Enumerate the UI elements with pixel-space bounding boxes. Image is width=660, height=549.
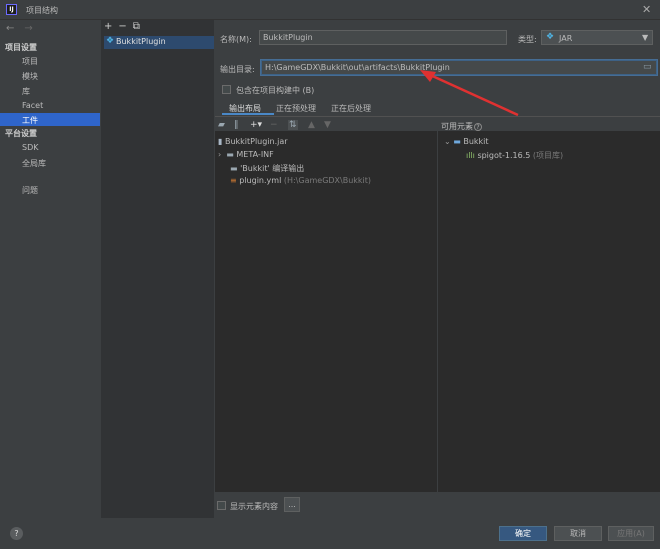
nav-item-libraries[interactable]: 库 xyxy=(22,86,30,97)
tree-row-label: 'Bukkit' 编译输出 xyxy=(240,164,305,173)
apply-button[interactable]: 应用(A) xyxy=(608,526,654,541)
include-in-build-checkbox[interactable] xyxy=(222,85,231,94)
chevron-down-icon[interactable]: ⌄ xyxy=(444,137,451,146)
show-content-checkbox[interactable] xyxy=(217,501,226,510)
arrow-left-icon[interactable]: ← xyxy=(6,23,14,34)
move-down-icon[interactable]: ▼ xyxy=(324,120,331,130)
include-in-build-label: 包含在项目构建中 (B) xyxy=(236,86,315,95)
move-up-icon[interactable]: ▲ xyxy=(308,120,315,130)
chevron-down-icon: ▼ xyxy=(642,33,649,42)
module-folder-icon: ▬ xyxy=(453,137,461,146)
jar-type-icon: ❖ xyxy=(546,32,555,42)
settings-nav xyxy=(0,20,100,518)
nav-selection-highlight xyxy=(0,113,100,126)
name-label: 名称(M): xyxy=(220,35,252,44)
remove-icon[interactable]: − xyxy=(118,21,126,32)
artifact-list-toolbar: + − ⧉ xyxy=(104,21,146,32)
tab-pre-processing[interactable]: 正在预处理 xyxy=(276,103,316,114)
artifact-list-pane xyxy=(101,20,214,518)
nav-section-project-settings: 项目设置 xyxy=(5,43,37,52)
nav-item-artifacts[interactable]: 工件 xyxy=(22,115,38,126)
library-icon: ıllı xyxy=(466,151,475,160)
name-field[interactable]: BukkitPlugin xyxy=(259,30,507,45)
sort-icon[interactable]: ⇅ xyxy=(288,120,298,130)
artifact-list-item[interactable]: ❖ BukkitPlugin xyxy=(104,36,214,49)
question-icon[interactable]: ? xyxy=(474,123,482,131)
browse-folder-icon[interactable]: ▭ xyxy=(643,62,652,72)
artifact-label: BukkitPlugin xyxy=(116,37,166,46)
yml-file-icon: ≡ xyxy=(230,176,237,185)
tree-row-label: plugin.yml xyxy=(239,176,282,185)
archive-icon[interactable]: ‖ xyxy=(234,120,239,130)
output-dir-label: 输出目录: xyxy=(220,65,255,74)
close-icon[interactable]: ✕ xyxy=(642,3,651,16)
add-copy-icon[interactable]: +▾ xyxy=(250,120,262,130)
nav-item-modules[interactable]: 模块 xyxy=(22,71,38,82)
active-tab-indicator xyxy=(222,113,274,115)
tree-row-label: META-INF xyxy=(236,150,274,159)
more-button[interactable]: ... xyxy=(284,497,300,512)
tree-row-plugin-yml[interactable]: ≡ plugin.yml (H:\GameGDX\Bukkit) xyxy=(230,176,371,185)
cancel-button[interactable]: 取消 xyxy=(554,526,602,541)
available-elements-tree xyxy=(438,131,660,492)
tree-row-label: spigot-1.16.5 xyxy=(477,151,531,160)
arrow-right-icon[interactable]: → xyxy=(24,23,32,34)
type-select[interactable]: ❖ JAR ▼ xyxy=(541,30,653,45)
tree-row-jar[interactable]: ▮ BukkitPlugin.jar xyxy=(218,137,288,146)
available-elements-label: 可用元素 xyxy=(441,122,473,131)
output-layout-tree xyxy=(215,131,437,492)
tree-row-note: (H:\GameGDX\Bukkit) xyxy=(283,176,372,185)
tree-row-label: BukkitPlugin.jar xyxy=(224,137,288,146)
nav-item-problems[interactable]: 问题 xyxy=(22,185,38,196)
ok-button[interactable]: 确定 xyxy=(499,526,547,541)
avail-row-bukkit[interactable]: ⌄ ▬ Bukkit xyxy=(444,137,489,146)
remove-element-icon[interactable]: − xyxy=(270,120,278,130)
folder-icon: ▬ xyxy=(230,164,238,173)
avail-row-spigot[interactable]: ıllı spigot-1.16.5 (项目库) xyxy=(466,150,563,161)
type-value: JAR xyxy=(559,34,573,43)
nav-item-sdk[interactable]: SDK xyxy=(22,143,38,152)
layout-toolbar: ▰ ‖ +▾ − ⇅ ▲ ▼ xyxy=(218,120,333,130)
tree-row-meta-inf[interactable]: › ▬ META-INF xyxy=(218,150,274,159)
help-button[interactable]: ? xyxy=(10,527,23,540)
title-bar: IJ 项目结构 ✕ xyxy=(0,0,660,20)
type-label: 类型: xyxy=(518,35,537,44)
app-icon: IJ xyxy=(6,4,17,15)
nav-item-facets[interactable]: Facet xyxy=(22,101,43,110)
tree-row-label: Bukkit xyxy=(463,137,489,146)
nav-item-project[interactable]: 项目 xyxy=(22,56,38,67)
tree-row-note: (项目库) xyxy=(532,151,564,160)
tree-row-compile-output[interactable]: ▬ 'Bukkit' 编译输出 xyxy=(230,163,304,174)
window-title: 项目结构 xyxy=(26,6,58,15)
nav-history: ← → xyxy=(6,23,43,34)
nav-item-global-libraries[interactable]: 全局库 xyxy=(22,158,46,169)
copy-icon[interactable]: ⧉ xyxy=(133,21,140,32)
artifact-jar-icon: ❖ xyxy=(106,36,115,46)
folder-icon: ▬ xyxy=(226,150,234,159)
jar-icon: ▮ xyxy=(218,137,223,146)
add-icon[interactable]: + xyxy=(104,21,112,32)
tab-post-processing[interactable]: 正在后处理 xyxy=(331,103,371,114)
annotation-arrow xyxy=(420,70,519,117)
chevron-right-icon[interactable]: › xyxy=(218,150,221,159)
show-content-label: 显示元素内容 xyxy=(230,502,278,511)
nav-section-platform-settings: 平台设置 xyxy=(5,129,37,138)
new-folder-icon[interactable]: ▰ xyxy=(218,120,225,130)
